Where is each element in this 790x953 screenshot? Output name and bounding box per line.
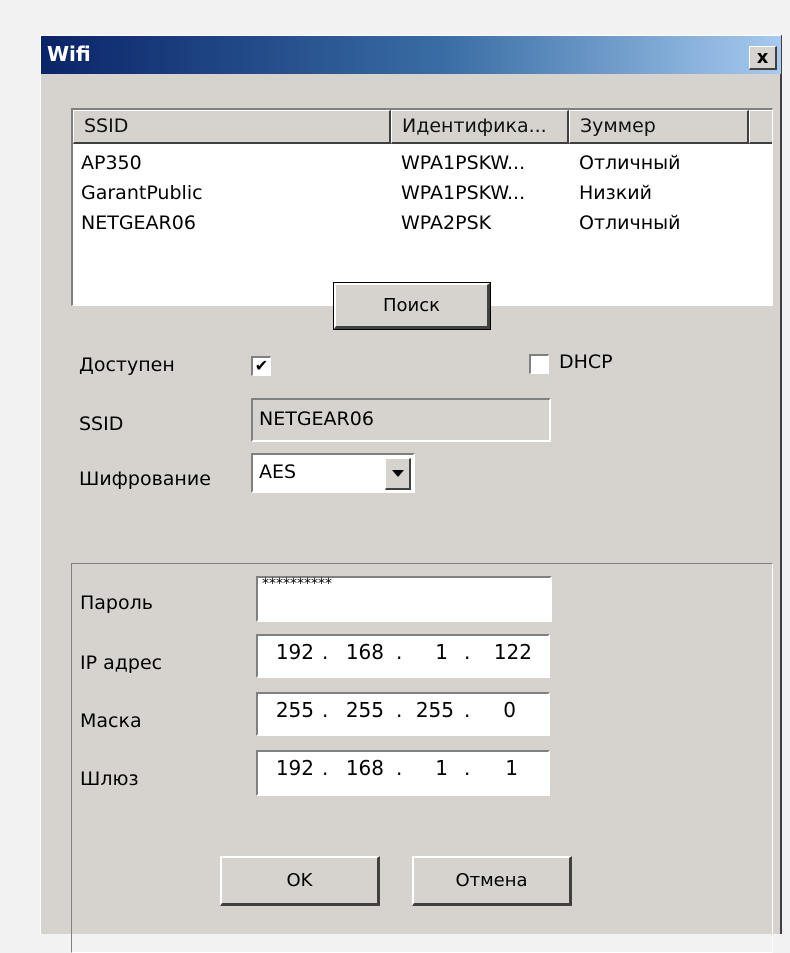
network-auth: WPA2PSK — [401, 212, 492, 234]
close-button[interactable]: x — [749, 46, 777, 70]
mask-label: Маска — [80, 710, 142, 732]
network-auth: WPA1PSKW... — [401, 182, 526, 204]
cancel-button[interactable]: Отмена — [412, 856, 572, 906]
ip-dot: . — [464, 756, 471, 780]
dhcp-checkbox[interactable] — [529, 354, 549, 374]
ip-octet: 1 — [435, 640, 448, 664]
network-signal: Низкий — [579, 182, 652, 204]
network-row[interactable]: AP350 WPA1PSKW... Отличный — [73, 148, 772, 178]
ssid-field[interactable]: NETGEAR06 — [251, 398, 551, 442]
window-title: Wifi — [47, 42, 91, 66]
network-signal: Отличный — [579, 152, 681, 174]
ip-octet: 192 — [275, 640, 314, 664]
network-ssid: GarantPublic — [81, 182, 203, 204]
ip-octet: 1 — [435, 756, 448, 780]
ip-dot: . — [464, 640, 471, 664]
ssid-value: NETGEAR06 — [259, 408, 374, 430]
password-field[interactable]: ********** — [256, 576, 552, 622]
check-icon: ✔ — [254, 356, 269, 375]
ip-dot: . — [396, 756, 403, 780]
ip-octet: 122 — [493, 640, 532, 664]
ip-octet: 1 — [505, 756, 518, 780]
encryption-select[interactable]: AES — [251, 453, 415, 493]
encryption-value: AES — [259, 461, 297, 483]
available-label: Доступен — [79, 354, 175, 376]
ip-label: IP адрес — [80, 652, 163, 674]
network-row[interactable]: NETGEAR06 WPA2PSK Отличный — [73, 208, 772, 238]
available-checkbox[interactable]: ✔ — [251, 356, 271, 376]
wifi-dialog: Wifi x SSID Идентифика... Зуммер AP350 W… — [40, 35, 782, 953]
ip-dot: . — [464, 698, 471, 722]
column-header-filler — [749, 110, 772, 144]
search-button[interactable]: Поиск — [333, 282, 491, 330]
close-icon: x — [756, 47, 769, 68]
gateway-field[interactable]: 192 . 168 . 1 . 1 — [256, 750, 550, 796]
ip-octet: 168 — [345, 640, 384, 664]
ip-dot: . — [322, 698, 329, 722]
ip-dot: . — [396, 640, 403, 664]
network-row[interactable]: GarantPublic WPA1PSKW... Низкий — [73, 178, 772, 208]
ip-octet: 168 — [345, 756, 384, 780]
dropdown-arrow-icon[interactable] — [385, 458, 411, 490]
mask-field[interactable]: 255 . 255 . 255 . 0 — [256, 692, 550, 736]
dhcp-label: DHCP — [559, 351, 613, 373]
network-signal: Отличный — [579, 212, 681, 234]
column-header-ssid[interactable]: SSID — [73, 110, 391, 144]
ip-octet: 0 — [503, 698, 516, 722]
ip-dot: . — [396, 698, 403, 722]
ip-address-field[interactable]: 192 . 168 . 1 . 122 — [256, 634, 550, 678]
network-list[interactable]: SSID Идентифика... Зуммер AP350 WPA1PSKW… — [71, 108, 773, 306]
ip-octet: 255 — [275, 698, 314, 722]
password-value: ********** — [262, 576, 332, 592]
column-header-signal[interactable]: Зуммер — [569, 110, 749, 144]
ok-button[interactable]: OK — [220, 856, 380, 906]
network-settings-group: Пароль ********** IP адрес 192 . 168 . 1… — [71, 563, 773, 953]
title-bar[interactable]: Wifi x — [41, 36, 781, 74]
ssid-label: SSID — [79, 413, 124, 435]
gateway-label: Шлюз — [80, 768, 139, 790]
network-ssid: NETGEAR06 — [81, 212, 196, 234]
ip-octet: 192 — [275, 756, 314, 780]
column-header-auth[interactable]: Идентифика... — [391, 110, 569, 144]
ip-octet: 255 — [345, 698, 384, 722]
network-auth: WPA1PSKW... — [401, 152, 526, 174]
ip-octet: 255 — [415, 698, 454, 722]
encryption-label: Шифрование — [79, 468, 211, 490]
network-ssid: AP350 — [81, 152, 142, 174]
ip-dot: . — [322, 756, 329, 780]
password-label: Пароль — [80, 592, 153, 614]
network-list-header: SSID Идентифика... Зуммер — [73, 110, 772, 144]
ip-dot: . — [322, 640, 329, 664]
